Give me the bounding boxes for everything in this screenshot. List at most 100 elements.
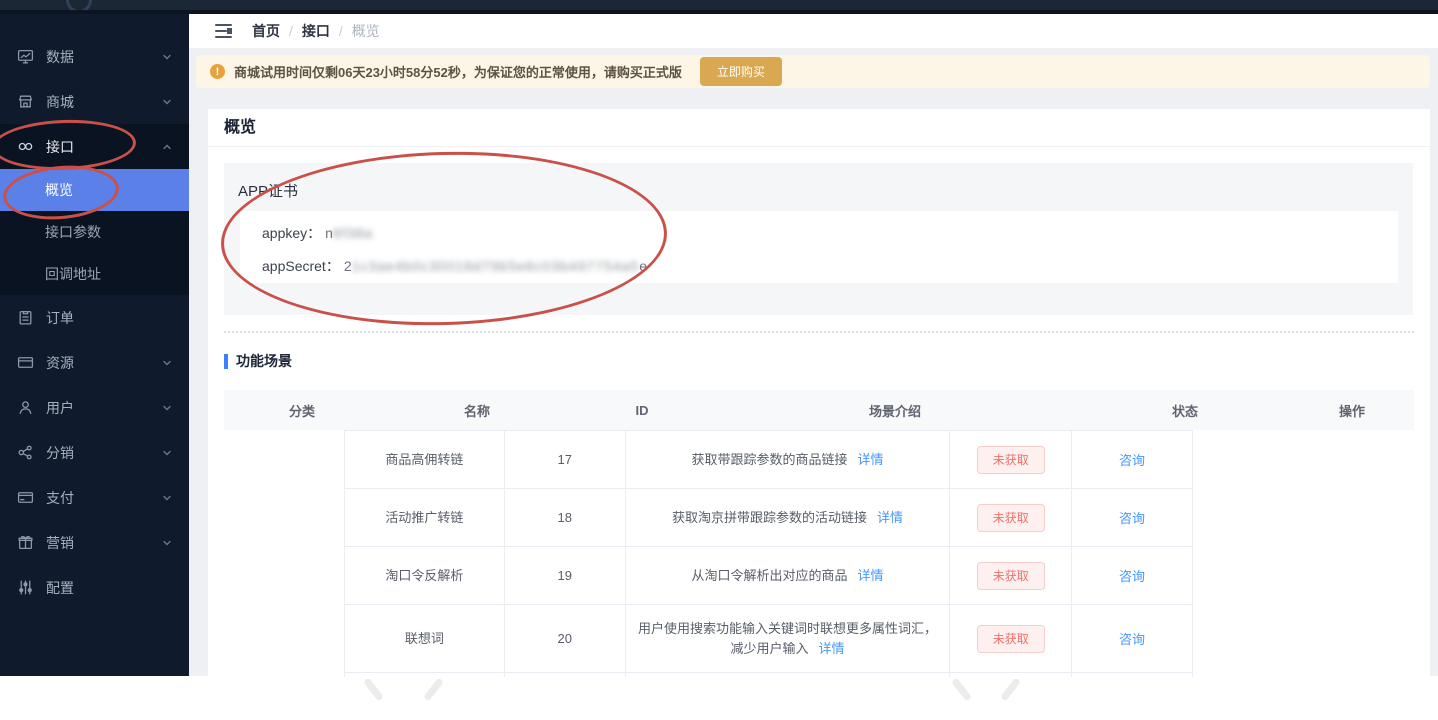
sidebar-item-payment[interactable]: 支付 xyxy=(0,475,189,520)
chevron-down-icon xyxy=(162,97,172,107)
warning-icon: ! xyxy=(210,64,225,79)
cell-status: 未获取 xyxy=(950,489,1073,546)
appsecret-row: appSecret： 21c3ae4b0c30018d79b5e6c03b4977… xyxy=(262,258,648,274)
sliders-icon xyxy=(17,579,34,596)
cell-partial xyxy=(950,673,1073,677)
cell-partial xyxy=(505,673,626,677)
column-header-3: 场景介绍 xyxy=(868,403,921,419)
cell-action: 咨询 xyxy=(1072,547,1193,604)
sidebar-collapse-icon[interactable] xyxy=(215,24,232,38)
resource-icon xyxy=(17,354,34,371)
cell-action: 咨询 xyxy=(1072,605,1193,672)
cell-desc: 用户使用搜索功能输入关键词时联想更多属性词汇，减少用户输入 详情 xyxy=(626,605,951,672)
chevron-down-icon xyxy=(162,493,172,503)
chevron-down-icon xyxy=(162,538,172,548)
trial-warning-banner: ! 商城试用时间仅剩06天23小时58分52秒，为保证您的正常使用，请购买正式版… xyxy=(196,55,1430,88)
table-row-partial xyxy=(345,673,1193,677)
scenarios-table-header: 分类 名称 ID 场景介绍 状态 操作 xyxy=(224,390,1414,430)
chevron-down-icon xyxy=(162,403,172,413)
sidebar-item-distribution[interactable]: 分销 xyxy=(0,430,189,475)
cell-id: 19 xyxy=(505,547,626,604)
breadcrumb: 首页 / 接口 / 概览 xyxy=(252,21,380,41)
logo-icon xyxy=(66,0,92,10)
sidebar-item-marketing[interactable]: 营销 xyxy=(0,520,189,565)
sidebar-item-orders[interactable]: 订单 xyxy=(0,295,189,340)
sidebar-group-api: 接口概览 接口参数 回调地址 xyxy=(0,124,189,295)
cell-desc: 从淘口令解析出对应的商品 详情 xyxy=(626,547,951,604)
chevron-down-icon xyxy=(162,358,172,368)
appkey-row: appkey： n6f38a xyxy=(262,225,373,241)
cell-partial xyxy=(345,673,505,677)
scenarios-section-header: 功能场景 xyxy=(224,351,292,371)
status-badge: 未获取 xyxy=(976,445,1045,474)
appsecret-label: appSecret： xyxy=(262,258,340,274)
buy-now-button[interactable]: 立即购买 xyxy=(699,57,782,86)
sidebar-subitem-overview[interactable]: 概览 xyxy=(0,169,189,211)
sidebar-item-users[interactable]: 用户 xyxy=(0,385,189,430)
consult-link[interactable]: 咨询 xyxy=(1119,508,1145,527)
link-icon xyxy=(17,138,34,155)
consult-link[interactable]: 咨询 xyxy=(1119,566,1145,585)
sidebar-item-label: 接口 xyxy=(46,138,74,155)
chevron-up-icon xyxy=(162,142,172,152)
sidebar-item-label: 数据 xyxy=(46,48,74,65)
detail-link[interactable]: 详情 xyxy=(818,641,844,656)
sidebar-item-label: 资源 xyxy=(46,354,74,371)
user-icon xyxy=(17,399,34,416)
sidebar-subitem-callback-url[interactable]: 回调地址 xyxy=(0,253,189,295)
table-row: 淘口令反解析 19 从淘口令解析出对应的商品 详情 未获取 咨询 xyxy=(345,547,1193,605)
cell-status: 未获取 xyxy=(950,431,1073,488)
cell-name: 活动推广转链 xyxy=(345,489,505,546)
cell-action: 咨询 xyxy=(1072,431,1193,488)
sidebar-item-resources[interactable]: 资源 xyxy=(0,340,189,385)
store-icon xyxy=(17,93,34,110)
breadcrumb-item-api[interactable]: 接口 xyxy=(302,21,330,41)
sidebar-item-data[interactable]: 数据 xyxy=(0,34,189,79)
scenarios-table-body: 商品高佣转链 17 获取带跟踪参数的商品链接 详情 未获取 咨询 活动推广转链 18 获取淘京拼… xyxy=(344,430,1193,677)
status-badge: 未获取 xyxy=(976,503,1045,532)
card-icon xyxy=(17,489,34,506)
appkey-value-redacted: 6f38a xyxy=(332,225,373,241)
sidebar-item-mall[interactable]: 商城 xyxy=(0,79,189,124)
cell-id: 18 xyxy=(505,489,626,546)
share-icon xyxy=(17,444,34,461)
section-accent-bar xyxy=(224,353,228,369)
cell-action: 咨询 xyxy=(1072,489,1193,546)
top-bar xyxy=(0,0,1438,14)
sidebar-item-label: 订单 xyxy=(46,309,74,326)
cell-partial xyxy=(626,673,951,677)
cell-desc: 获取带跟踪参数的商品链接 详情 xyxy=(626,431,951,488)
consult-link[interactable]: 咨询 xyxy=(1119,450,1145,469)
sidebar-menu: 数据商城接口概览 接口参数 回调地址订单资源用户 分销支付营销配置 xyxy=(0,14,189,610)
detail-link[interactable]: 详情 xyxy=(857,452,883,467)
breadcrumb-bar: 首页 / 接口 / 概览 xyxy=(189,14,1438,48)
column-header-0: 分类 xyxy=(288,403,315,419)
detail-link[interactable]: 详情 xyxy=(877,510,903,525)
breadcrumb-item-overview: 概览 xyxy=(351,23,380,39)
cell-name: 商品高佣转链 xyxy=(345,431,505,488)
column-header-5: 操作 xyxy=(1338,403,1365,419)
status-badge: 未获取 xyxy=(976,561,1045,590)
sidebar-item-label: 商城 xyxy=(46,93,74,110)
breadcrumb-separator: / xyxy=(289,23,293,39)
table-row: 联想词 20 用户使用搜索功能输入关键词时联想更多属性词汇，减少用户输入 详情 未获取 咨… xyxy=(345,605,1193,673)
sidebar-subitem-api-params[interactable]: 接口参数 xyxy=(0,211,189,253)
cell-name: 联想词 xyxy=(345,605,505,672)
table-row: 活动推广转链 18 获取淘京拼带跟踪参数的活动链接 详情 未获取 咨询 xyxy=(345,489,1193,547)
cell-status: 未获取 xyxy=(950,547,1073,604)
overview-card: 概览 APP证书 appkey： n6f38a appSecret： 21c3ae4… xyxy=(208,109,1430,720)
breadcrumb-separator: / xyxy=(338,23,343,39)
sidebar: 数据商城接口概览 接口参数 回调地址订单资源用户 分销支付营销配置 xyxy=(0,14,189,676)
sidebar-item-label: 配置 xyxy=(46,579,74,596)
appsecret-value-redacted: 1c3ae4b0c30018d79b5e6c03b497754a5 xyxy=(351,258,640,274)
cell-partial xyxy=(1072,673,1193,677)
sidebar-item-label: 支付 xyxy=(46,489,74,506)
breadcrumb-item-home[interactable]: 首页 xyxy=(252,21,280,41)
scenarios-title: 功能场景 xyxy=(236,353,292,369)
sidebar-item-config[interactable]: 配置 xyxy=(0,565,189,610)
consult-link[interactable]: 咨询 xyxy=(1119,629,1145,648)
status-badge: 未获取 xyxy=(976,624,1045,653)
detail-link[interactable]: 详情 xyxy=(857,568,883,583)
appkey-label: appkey： xyxy=(262,225,322,241)
sidebar-item-api[interactable]: 接口 xyxy=(0,124,189,169)
